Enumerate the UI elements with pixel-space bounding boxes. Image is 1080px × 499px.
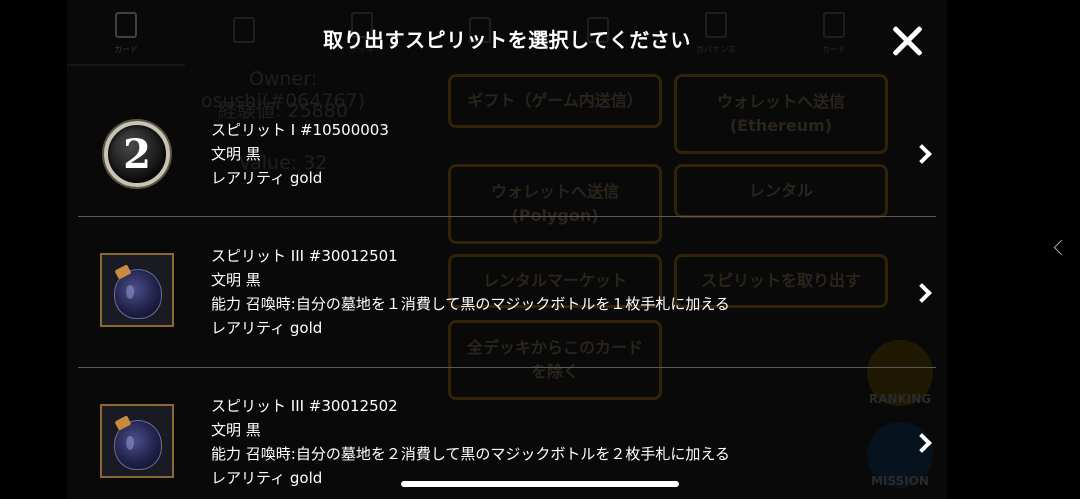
- spirit-rarity: レアリティ gold: [211, 169, 323, 187]
- magic-bottle-icon: [100, 253, 174, 327]
- spirit-thumbnail: [100, 404, 174, 478]
- spirit-details: スピリット I #10500003 文明 黒 レアリティ gold: [211, 118, 389, 190]
- spirit-list-item[interactable]: スピリット III #30012502 文明 黒 能力 召喚時:自分の墓地を２消…: [78, 368, 936, 499]
- badge-number: 2: [123, 130, 151, 178]
- chevron-right-icon[interactable]: [914, 283, 932, 301]
- chevron-right-icon[interactable]: [914, 144, 932, 162]
- spirit-ability: 能力 召喚時:自分の墓地を２消費して黒のマジックボトルを２枚手札に加える: [211, 445, 730, 463]
- spirit-name: スピリット III #30012502: [211, 397, 398, 415]
- spirit-rarity: レアリティ gold: [211, 319, 323, 337]
- spirit-list-item[interactable]: スピリット III #30012501 文明 黒 能力 召喚時:自分の墓地を１消…: [78, 217, 936, 368]
- home-indicator[interactable]: [401, 481, 679, 487]
- spirit-civilization: 文明 黒: [211, 421, 261, 439]
- spirit-thumbnail: 2: [104, 121, 170, 187]
- spirit-details: スピリット III #30012502 文明 黒 能力 召喚時:自分の墓地を２消…: [211, 394, 730, 490]
- spirit-list-item[interactable]: 2 スピリット I #10500003 文明 黒 レアリティ gold: [78, 90, 936, 217]
- spirit-badge-2-icon: 2: [104, 121, 170, 187]
- chevron-right-icon[interactable]: [914, 433, 932, 451]
- spirit-civilization: 文明 黒: [211, 145, 261, 163]
- spirit-name: スピリット III #30012501: [211, 247, 398, 265]
- spirit-thumbnail: [100, 253, 174, 327]
- modal-title: 取り出すスピリットを選択してください: [323, 28, 691, 52]
- magic-bottle-icon: [100, 404, 174, 478]
- spirit-ability: 能力 召喚時:自分の墓地を１消費して黒のマジックボトルを１枚手札に加える: [211, 295, 730, 313]
- spirit-name: スピリット I #10500003: [211, 121, 389, 139]
- close-icon[interactable]: [890, 24, 924, 58]
- chevron-left-icon[interactable]: [1052, 241, 1066, 255]
- spirit-details: スピリット III #30012501 文明 黒 能力 召喚時:自分の墓地を１消…: [211, 244, 730, 340]
- spirit-civilization: 文明 黒: [211, 271, 261, 289]
